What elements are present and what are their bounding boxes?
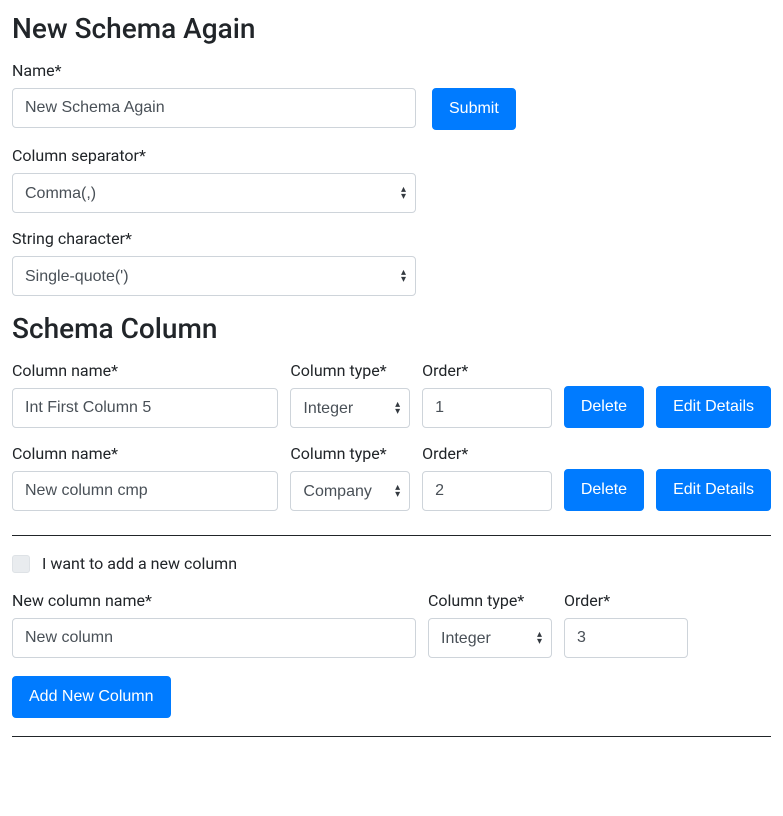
name-label: Name*	[12, 61, 771, 80]
column-name-label: Column name*	[12, 444, 278, 463]
column-separator-label: Column separator*	[12, 146, 771, 165]
name-input[interactable]	[12, 88, 416, 128]
column-name-input[interactable]	[12, 388, 278, 428]
schema-column-title: Schema Column	[12, 312, 771, 345]
string-character-select[interactable]: Single-quote(')	[12, 256, 416, 296]
column-type-select[interactable]: Integer	[290, 388, 410, 428]
new-column-type-label: Column type*	[428, 591, 552, 610]
schema-column-row: Column name* Column type* Integer Order*…	[12, 361, 771, 428]
column-type-select[interactable]: Company	[290, 471, 410, 511]
column-separator-select[interactable]: Comma(,)	[12, 173, 416, 213]
new-column-order-label: Order*	[564, 591, 688, 610]
divider	[12, 535, 771, 536]
page-title: New Schema Again	[12, 12, 771, 45]
new-column-order-input[interactable]	[564, 618, 688, 658]
column-type-label: Column type*	[290, 444, 410, 463]
add-column-checkbox[interactable]	[12, 555, 30, 573]
add-new-column-button[interactable]: Add New Column	[12, 676, 171, 718]
divider	[12, 736, 771, 737]
submit-button[interactable]: Submit	[432, 88, 516, 130]
edit-details-button[interactable]: Edit Details	[656, 469, 771, 511]
edit-details-button[interactable]: Edit Details	[656, 386, 771, 428]
new-column-name-label: New column name*	[12, 591, 416, 610]
delete-button[interactable]: Delete	[564, 386, 644, 428]
string-character-label: String character*	[12, 229, 771, 248]
add-column-checkbox-label: I want to add a new column	[42, 554, 237, 573]
column-type-label: Column type*	[290, 361, 410, 380]
order-input[interactable]	[422, 388, 552, 428]
new-column-type-select[interactable]: Integer	[428, 618, 552, 658]
order-input[interactable]	[422, 471, 552, 511]
column-name-label: Column name*	[12, 361, 278, 380]
delete-button[interactable]: Delete	[564, 469, 644, 511]
order-label: Order*	[422, 361, 552, 380]
column-name-input[interactable]	[12, 471, 278, 511]
order-label: Order*	[422, 444, 552, 463]
schema-column-row: Column name* Column type* Company Order*…	[12, 444, 771, 511]
new-column-name-input[interactable]	[12, 618, 416, 658]
